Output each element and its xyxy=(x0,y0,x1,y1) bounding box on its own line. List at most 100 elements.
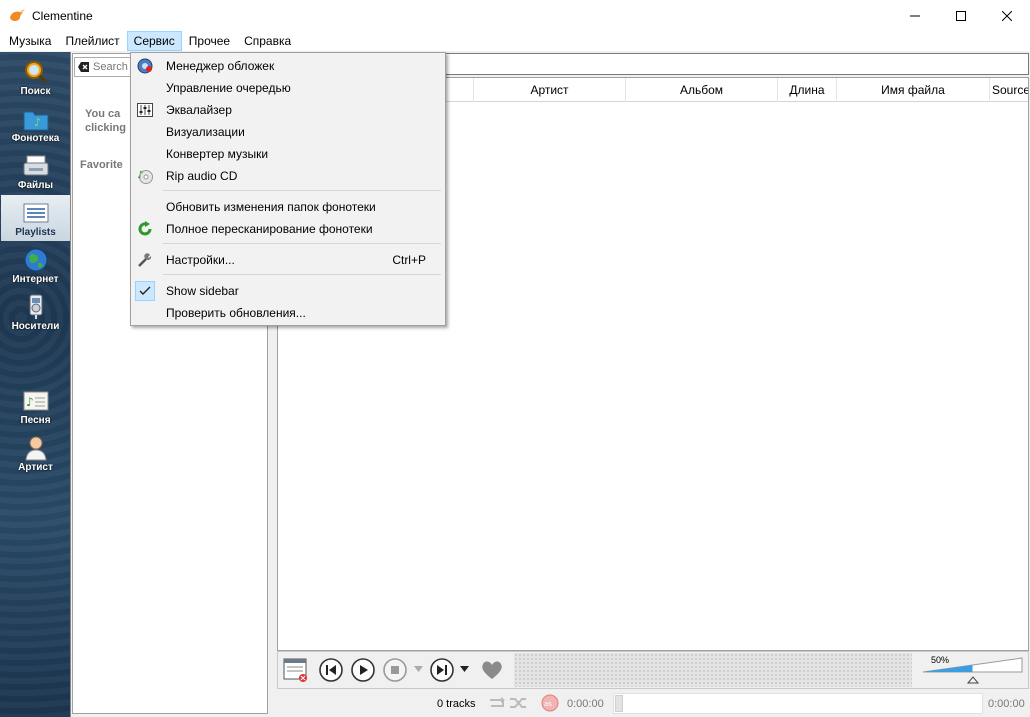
chevron-down-icon xyxy=(459,666,469,672)
window-title: Clementine xyxy=(32,8,93,23)
artist-icon xyxy=(24,436,47,461)
love-button[interactable] xyxy=(478,656,506,684)
stop-options-button[interactable] xyxy=(413,664,423,674)
menu-service[interactable]: Сервис xyxy=(126,31,182,51)
column-album[interactable]: Альбом xyxy=(625,78,777,102)
menu-item-label: Rip audio CD xyxy=(166,169,238,183)
track-count: 0 tracks xyxy=(437,698,476,710)
player-bar: 50% xyxy=(277,651,1029,689)
close-button[interactable] xyxy=(984,0,1030,31)
minimize-button[interactable] xyxy=(892,0,938,31)
menu-item-show-sidebar[interactable]: Show sidebar xyxy=(133,280,443,302)
menu-item-visualizations[interactable]: Визуализации xyxy=(133,121,443,143)
tab-files-label: Файлы xyxy=(17,180,54,191)
tab-library-label: Фонотека xyxy=(11,133,60,144)
svg-text:♪: ♪ xyxy=(34,116,41,129)
next-icon xyxy=(430,658,454,682)
menu-item-settings[interactable]: Настройки... Ctrl+P xyxy=(133,249,443,271)
tab-library[interactable]: ♪ Фонотека xyxy=(1,101,70,147)
tab-internet-label: Интернет xyxy=(12,274,59,285)
seek-bar[interactable] xyxy=(613,693,983,714)
menu-item-update-library[interactable]: Обновить изменения папок фонотеки xyxy=(133,196,443,218)
search-icon xyxy=(24,61,47,84)
menu-item-label: Настройки... xyxy=(166,253,235,267)
next-options-button[interactable] xyxy=(459,664,469,674)
menu-item-label: Визуализации xyxy=(166,125,245,139)
lastfm-icon[interactable]: as xyxy=(541,694,559,712)
menu-item-label: Полное пересканирование фонотеки xyxy=(166,222,373,236)
playlist-edit-icon xyxy=(283,658,307,682)
tab-internet[interactable]: Интернет xyxy=(1,242,70,288)
panel-hint-line2: clicking xyxy=(85,122,126,134)
tab-devices-label: Носители xyxy=(11,321,60,332)
column-length[interactable]: Длина xyxy=(777,78,836,102)
devices-icon xyxy=(29,294,42,319)
menu-item-check-updates[interactable]: Проверить обновления... xyxy=(133,302,443,324)
menu-item-label: Конвертер музыки xyxy=(166,147,269,161)
tab-artist-label: Артист xyxy=(18,462,53,473)
volume-slider[interactable] xyxy=(918,652,1026,688)
elapsed-time: 0:00:00 xyxy=(567,698,604,710)
tab-search-label: Поиск xyxy=(20,86,51,97)
total-time: 0:00:00 xyxy=(988,698,1025,710)
menu-other[interactable]: Прочее xyxy=(182,31,237,51)
menu-help[interactable]: Справка xyxy=(237,31,298,51)
visualization-area[interactable] xyxy=(514,653,912,687)
svg-text:♪: ♪ xyxy=(26,395,34,409)
menu-playlist[interactable]: Плейлист xyxy=(58,31,126,51)
menu-item-full-rescan[interactable]: Полное пересканирование фонотеки xyxy=(133,218,443,240)
seek-handle[interactable] xyxy=(615,695,623,712)
menu-music[interactable]: Музыка xyxy=(2,31,58,51)
playlist-menu-button[interactable] xyxy=(281,656,311,684)
svg-text:♪: ♪ xyxy=(137,170,143,181)
title-bar: Clementine xyxy=(0,0,1030,31)
next-track-button[interactable] xyxy=(428,656,456,684)
cd-icon: ♪ xyxy=(137,170,153,184)
tab-artist[interactable]: Артист xyxy=(1,430,70,476)
stop-icon xyxy=(383,658,407,682)
favorites-label: Favorite xyxy=(80,159,123,171)
menu-item-cover-manager[interactable]: Менеджер обложек xyxy=(133,55,443,77)
play-button[interactable] xyxy=(349,656,377,684)
tab-playlists-label: Playlists xyxy=(15,227,56,238)
chevron-down-icon xyxy=(413,666,423,672)
song-icon: ♪ xyxy=(23,391,48,411)
library-icon: ♪ xyxy=(23,111,48,131)
cover-manager-icon xyxy=(137,58,153,74)
menu-item-rip-cd[interactable]: ♪ Rip audio CD xyxy=(133,165,443,187)
shuffle-icon[interactable] xyxy=(509,696,529,710)
menu-item-music-converter[interactable]: Конвертер музыки xyxy=(133,143,443,165)
column-filename[interactable]: Имя файла xyxy=(836,78,989,102)
tab-devices[interactable]: Носители xyxy=(1,289,70,335)
playlists-search-input[interactable]: Search xyxy=(74,57,132,77)
tab-song[interactable]: ♪ Песня xyxy=(1,383,70,429)
menu-separator xyxy=(163,243,441,244)
menu-item-label: Show sidebar xyxy=(166,284,239,298)
repeat-icon[interactable] xyxy=(487,696,509,710)
column-artist[interactable]: Артист xyxy=(473,78,625,102)
clementine-logo-icon xyxy=(10,9,25,21)
volume-control[interactable]: 50% xyxy=(918,652,1026,688)
previous-track-button[interactable] xyxy=(317,656,345,684)
close-icon xyxy=(1002,10,1012,21)
tab-files[interactable]: Файлы xyxy=(1,148,70,194)
menu-item-label: Управление очередью xyxy=(166,81,291,95)
tab-playlists[interactable]: Playlists xyxy=(1,195,70,241)
stop-button[interactable] xyxy=(381,656,409,684)
column-source[interactable]: Source xyxy=(989,78,1028,102)
menu-item-equalizer[interactable]: Эквалайзер xyxy=(133,99,443,121)
menu-item-label: Эквалайзер xyxy=(166,103,232,117)
equalizer-icon xyxy=(137,103,153,117)
check-icon xyxy=(139,286,151,295)
minimize-icon xyxy=(910,15,920,16)
menu-item-queue-manager[interactable]: Управление очередью xyxy=(133,77,443,99)
sidebar: Поиск ♪ Фонотека Файлы Playlists Интерне… xyxy=(0,52,71,717)
menu-item-label: Менеджер обложек xyxy=(166,59,275,73)
playlist-filter-input[interactable] xyxy=(440,53,1029,75)
play-icon xyxy=(351,658,375,682)
playlists-icon xyxy=(23,203,48,223)
tab-search[interactable]: Поиск xyxy=(1,54,70,100)
maximize-button[interactable] xyxy=(938,0,984,31)
menu-bar: Музыка Плейлист Сервис Прочее Справка xyxy=(0,31,1030,51)
refresh-icon xyxy=(138,221,152,236)
